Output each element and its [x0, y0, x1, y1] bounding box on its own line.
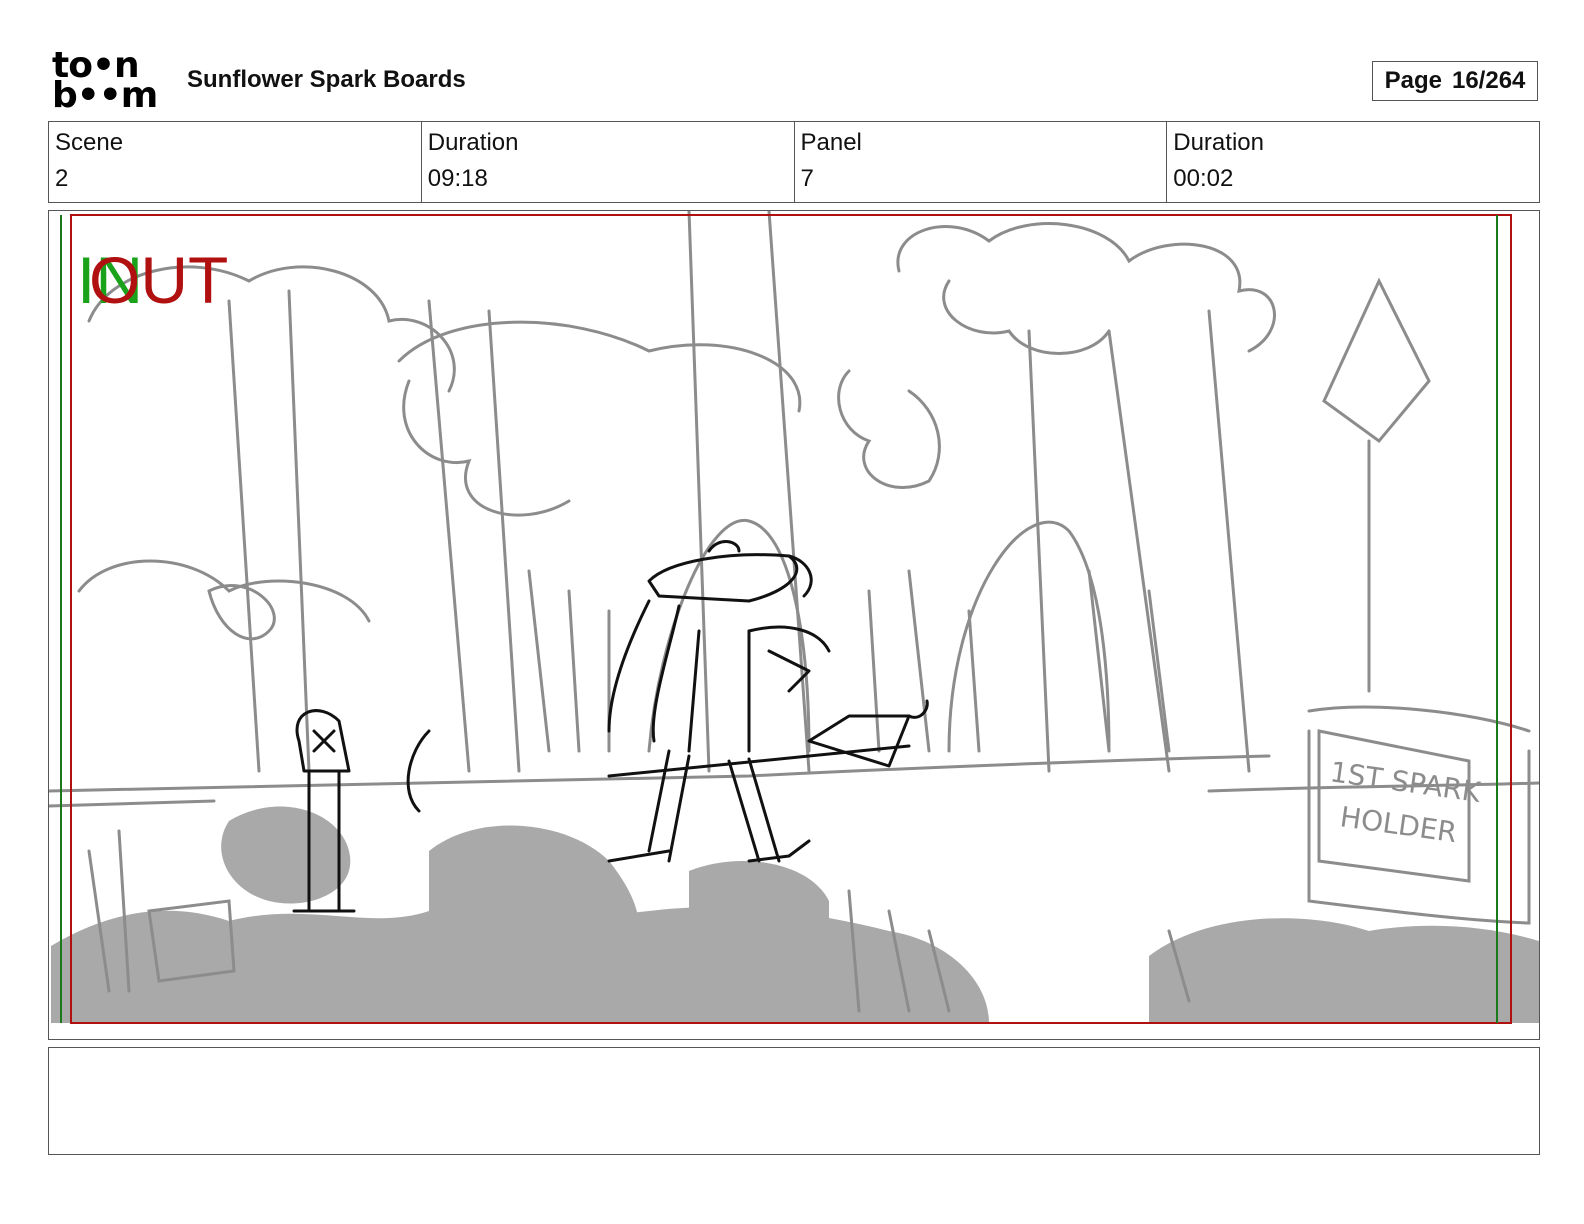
panel-label: Panel — [800, 129, 862, 156]
scene-duration-value: 09:18 — [427, 165, 488, 192]
scene-value: 2 — [55, 165, 69, 192]
scene-info-table: Scene 2 Duration 09:18 Panel 7 Duration … — [48, 121, 1540, 203]
scene-cell: Scene 2 — [49, 122, 422, 202]
page-value: 16/264 — [1451, 67, 1526, 94]
panel-duration-cell: Duration 00:02 — [1167, 122, 1539, 202]
panel-notes — [48, 1047, 1540, 1155]
scene-duration-label: Duration — [427, 129, 519, 156]
sign-lettering: 1ST SPARK HOLDER — [1328, 755, 1483, 849]
project-title: Sunflower Spark Boards — [187, 66, 466, 93]
scene-label: Scene — [55, 129, 124, 156]
sign-text-line-2: HOLDER — [1338, 800, 1459, 849]
panel-cell: Panel 7 — [795, 122, 1168, 202]
shadow-fills — [51, 806, 1539, 1023]
storyboard-panel: 1ST SPARK HOLDER IN OUT — [48, 210, 1540, 1040]
page-indicator: Page 16/264 — [1372, 61, 1538, 101]
panel-duration-label: Duration — [1173, 129, 1264, 156]
panel-duration-value: 00:02 — [1173, 165, 1234, 192]
character-sketch — [292, 540, 929, 913]
out-marker: OUT — [89, 243, 228, 317]
panel-value: 7 — [800, 165, 814, 192]
scene-duration-cell: Duration 09:18 — [422, 122, 795, 202]
logo-line-2: b••m — [52, 75, 158, 116]
toonboom-logo: to•n b••m — [52, 48, 164, 116]
page-label: Page — [1384, 67, 1442, 94]
panel-sketch: 1ST SPARK HOLDER IN OUT — [49, 211, 1539, 1024]
